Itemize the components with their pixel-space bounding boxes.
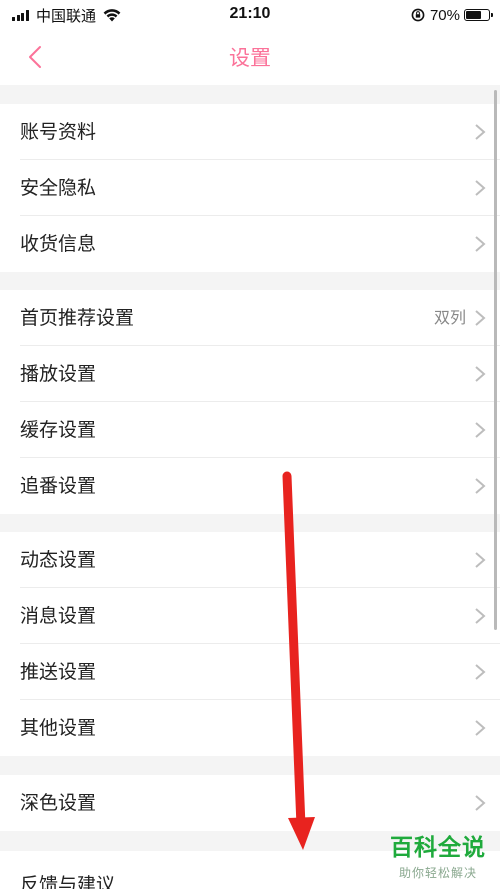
- settings-row-dark-mode[interactable]: 深色设置: [0, 775, 500, 831]
- settings-group-playback: 首页推荐设置 双列 播放设置 缓存设置 追番设置: [0, 290, 500, 514]
- settings-row-playback[interactable]: 播放设置: [0, 346, 500, 402]
- settings-row-security-privacy[interactable]: 安全隐私: [0, 160, 500, 216]
- chevron-right-icon: [475, 236, 486, 252]
- row-label: 收货信息: [20, 233, 97, 255]
- chevron-right-icon: [475, 180, 486, 196]
- chevron-right-icon: [475, 310, 486, 326]
- row-label: 缓存设置: [20, 419, 97, 441]
- row-label: 推送设置: [20, 661, 97, 683]
- row-label: 其他设置: [20, 717, 97, 739]
- chevron-right-icon: [475, 124, 486, 140]
- settings-row-push[interactable]: 推送设置: [0, 644, 500, 700]
- settings-row-messages[interactable]: 消息设置: [0, 588, 500, 644]
- settings-row-follow-anime[interactable]: 追番设置: [0, 458, 500, 514]
- settings-row-cache[interactable]: 缓存设置: [0, 402, 500, 458]
- chevron-right-icon: [475, 608, 486, 624]
- chevron-right-icon: [475, 422, 486, 438]
- row-label: 首页推荐设置: [20, 307, 135, 329]
- chevron-right-icon: [475, 795, 486, 811]
- row-value: 双列: [433, 308, 466, 327]
- row-label: 安全隐私: [20, 177, 97, 199]
- status-bar: 中国联通 21:10 70%: [0, 0, 500, 30]
- chevron-right-icon: [475, 478, 486, 494]
- rotation-lock-icon: [411, 8, 425, 22]
- battery-icon: [464, 9, 493, 21]
- chevron-right-icon: [475, 720, 486, 736]
- settings-row-home-recommend[interactable]: 首页推荐设置 双列: [0, 290, 500, 346]
- status-right: 70%: [411, 5, 493, 25]
- watermark-title: 百科全说: [390, 835, 486, 861]
- chevron-right-icon: [475, 664, 486, 680]
- watermark-logo: 百科全说 助你轻松解决: [390, 828, 486, 881]
- chevron-right-icon: [475, 366, 486, 382]
- row-label: 反馈与建议: [20, 874, 116, 889]
- row-label: 账号资料: [20, 121, 97, 143]
- settings-group-notifications: 动态设置 消息设置 推送设置 其他设置: [0, 532, 500, 756]
- settings-row-account-profile[interactable]: 账号资料: [0, 104, 500, 160]
- settings-row-other[interactable]: 其他设置: [0, 700, 500, 756]
- row-label: 播放设置: [20, 363, 97, 385]
- page-title: 设置: [229, 46, 271, 70]
- settings-row-shipping-info[interactable]: 收货信息: [0, 216, 500, 272]
- scrollbar[interactable]: [494, 90, 497, 630]
- settings-row-dynamics[interactable]: 动态设置: [0, 532, 500, 588]
- row-label: 深色设置: [20, 792, 97, 814]
- nav-bar: 设置: [0, 30, 500, 85]
- settings-group-account: 账号资料 安全隐私 收货信息: [0, 104, 500, 272]
- row-label: 动态设置: [20, 549, 97, 571]
- settings-group-dark-mode: 深色设置: [0, 775, 500, 831]
- watermark-subtitle: 助你轻松解决: [398, 866, 477, 880]
- battery-percent: 70%: [429, 6, 460, 24]
- row-label: 消息设置: [20, 605, 97, 627]
- battery-fill: [466, 11, 482, 19]
- chevron-right-icon: [475, 552, 486, 568]
- row-label: 追番设置: [20, 475, 97, 497]
